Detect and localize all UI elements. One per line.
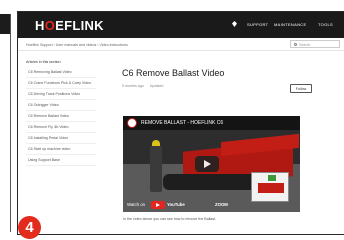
hoeflink-logo[interactable]: HOEFLINK [35,18,104,33]
step-number-badge: 4 [18,216,41,239]
youtube-play-icon [156,203,160,207]
logo-text: EFLINK [55,18,104,33]
breadcrumb[interactable]: Hoeflink Support › User manuals and vide… [26,43,128,47]
play-button[interactable] [195,156,219,172]
sidebar-item[interactable]: C6 Installing Pedal Video [26,133,96,144]
article-updated: Updated [149,84,164,88]
logo-letter-h: H [35,18,45,33]
play-icon [204,160,211,168]
sidebar-item[interactable]: C6 Driving Track Positions Video [26,89,96,100]
background-window-header [0,14,10,34]
inset-green [268,175,276,181]
video-title[interactable]: REMOVE BALLAST - HOEFLINK C6 [141,120,223,126]
nav-tools[interactable]: TOOLS [318,22,333,27]
article-title: C6 Remove Ballast Video [122,68,225,78]
sidebar-item[interactable]: C6 Remove Fly Jib Video [26,122,96,133]
youtube-wordmark[interactable]: YouTube [167,202,185,207]
sidebar-item[interactable]: Using Support Base [26,155,96,166]
background-window-edge [10,14,11,232]
video-tracks [163,174,263,190]
browser-window: HOEFLINK SUPPORT MAINTENANCE TOOLS Hoefl… [17,11,344,235]
inset-red [258,183,284,193]
sidebar-item[interactable]: C6 Removing Ballast Video [26,67,96,78]
article-sidebar: Articles in this section C6 Removing Bal… [26,60,96,166]
watch-on-label[interactable]: Watch on [127,202,145,207]
youtube-icon[interactable] [151,201,165,209]
video-hardhat [152,140,160,146]
nav-support[interactable]: SUPPORT [247,22,268,27]
video-person [150,140,162,192]
video-inset [251,172,289,202]
video-overlay-text: ZOOM [215,202,228,207]
article-meta: 5 months ago Updated [122,84,163,88]
article-time: 5 months ago [122,84,144,88]
site-header: HOEFLINK SUPPORT MAINTENANCE TOOLS [18,12,344,38]
sidebar-item[interactable]: C6 Crane Functions Pick & Carry Video [26,78,96,89]
article-caption: In the video above you can see how to re… [123,217,217,221]
sidebar-item[interactable]: C6 Outrigger Video [26,100,96,111]
globe-icon[interactable] [232,21,237,27]
sidebar-item[interactable]: C6 Remove Ballast Video [26,111,96,122]
search-icon [294,43,297,47]
channel-avatar[interactable] [127,118,137,128]
video-player[interactable]: REMOVE BALLAST - HOEFLINK C6 Watch on Yo… [123,116,300,212]
search-placeholder: Search [299,42,311,47]
sidebar-heading: Articles in this section [26,60,61,64]
background-window [0,0,12,240]
header-divider [18,50,344,51]
follow-button[interactable]: Follow [290,84,312,93]
logo-letter-o: O [44,18,56,33]
nav-maintenance[interactable]: MAINTENANCE [274,22,306,27]
sidebar-item[interactable]: C6 Start up machine video [26,144,96,155]
search-input[interactable]: Search [290,40,340,48]
